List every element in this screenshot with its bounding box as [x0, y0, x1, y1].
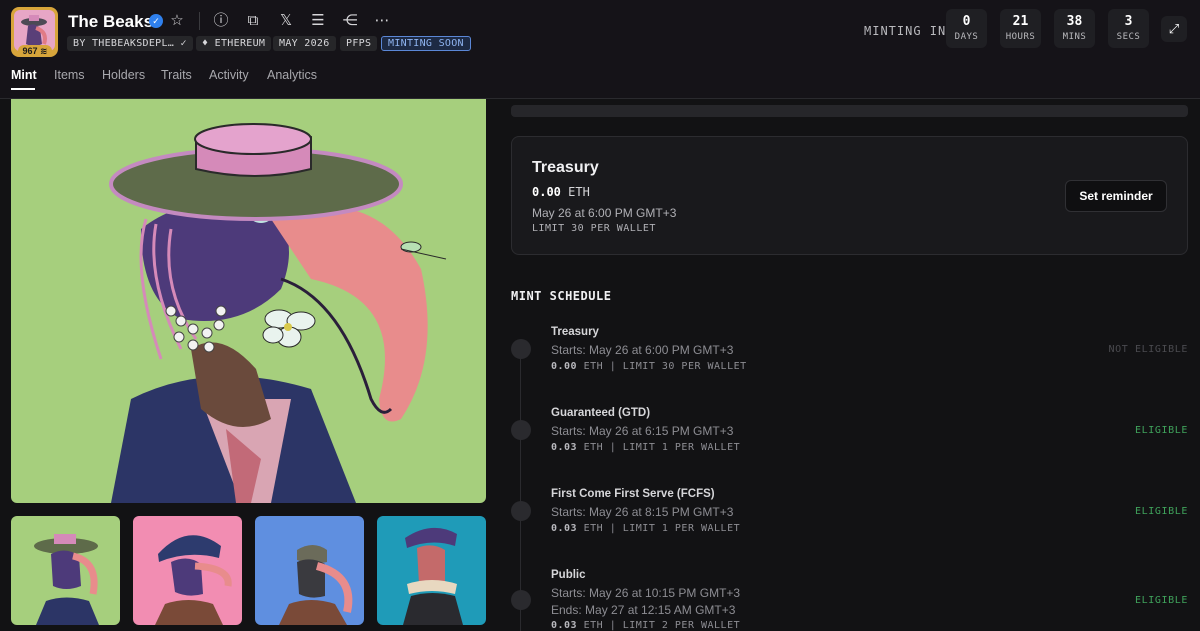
countdown-days: 0 DAYS [946, 9, 987, 48]
tab-traits[interactable]: Traits [161, 68, 192, 82]
tab-items[interactable]: Items [54, 68, 85, 82]
stage-price: 0.00 ETH [532, 185, 590, 199]
phase-dot [511, 420, 531, 440]
share-icon[interactable]: ⋲ [340, 11, 360, 31]
thumbnail-1[interactable] [11, 516, 120, 625]
creator-tag[interactable]: BY THEBEAKSDEPL… ✓ [67, 36, 193, 51]
tab-holders[interactable]: Holders [102, 68, 145, 82]
phase-starts: Starts: May 26 at 6:00 PM GMT+3 [551, 343, 734, 357]
mint-progress-bar [511, 105, 1188, 117]
phase-meta: 0.00 ETH | LIMIT 30 PER WALLET [551, 361, 747, 372]
x-icon[interactable]: 𝕏 [276, 11, 296, 31]
phase-name: Public [551, 569, 586, 581]
countdown-secs: 3 SECS [1108, 9, 1149, 48]
thumbnail-2[interactable] [133, 516, 242, 625]
collection-header: 967 ≋ The Beaks ✓ ☆ ⓘ ⧉ 𝕏 ☰ ⋲ ⋯ BY THEBE… [0, 0, 1200, 99]
phase-name: Treasury [551, 326, 599, 338]
phase-meta: 0.03 ETH | LIMIT 1 PER WALLET [551, 523, 741, 534]
phase-status: ELIGIBLE [1135, 595, 1188, 606]
active-tab-indicator [11, 88, 35, 90]
phase-status: ELIGIBLE [1135, 425, 1188, 436]
minting-in-label: MINTING IN [864, 24, 947, 38]
tab-activity[interactable]: Activity [209, 68, 249, 82]
phase-ends: Ends: May 27 at 12:15 AM GMT+3 [551, 603, 736, 617]
mint-schedule-title: MINT SCHEDULE [511, 289, 612, 303]
stage-date: May 26 at 6:00 PM GMT+3 [532, 206, 677, 220]
copy-icon[interactable]: ⧉ [243, 11, 263, 31]
phase-name: Guaranteed (GTD) [551, 407, 651, 419]
thumbnail-3[interactable] [255, 516, 364, 625]
phase-meta: 0.03 ETH | LIMIT 2 PER WALLET [551, 620, 741, 631]
phase-name: First Come First Serve (FCFS) [551, 488, 715, 500]
tab-mint[interactable]: Mint [11, 68, 37, 82]
featured-nft-image[interactable] [11, 99, 486, 503]
phase-status: NOT ELIGIBLE [1108, 344, 1188, 355]
info-icon[interactable]: ⓘ [211, 11, 231, 31]
divider [199, 12, 200, 30]
schedule-timeline [520, 347, 521, 631]
phase-meta: 0.03 ETH | LIMIT 1 PER WALLET [551, 442, 741, 453]
expand-icon[interactable]: ⤢ [1161, 16, 1187, 42]
more-icon[interactable]: ⋯ [372, 11, 392, 31]
collection-avatar[interactable]: 967 ≋ [11, 7, 58, 57]
date-tag: MAY 2026 [273, 36, 336, 51]
countdown-mins: 38 MINS [1054, 9, 1095, 48]
star-icon[interactable]: ☆ [167, 11, 187, 31]
status-tag: MINTING SOON [381, 36, 471, 51]
countdown-hours: 21 HOURS [1000, 9, 1041, 48]
current-stage-card: Treasury 0.00 ETH May 26 at 6:00 PM GMT+… [511, 136, 1188, 255]
stack-icon[interactable]: ☰ [308, 11, 328, 31]
holders-badge: 967 ≋ [18, 45, 52, 57]
thumbnail-4[interactable] [377, 516, 486, 625]
phase-starts: Starts: May 26 at 6:15 PM GMT+3 [551, 424, 734, 438]
phase-starts: Starts: May 26 at 10:15 PM GMT+3 [551, 586, 741, 600]
category-tag: PFPS [340, 36, 378, 51]
chain-tag: ♦ ETHEREUM [196, 36, 272, 51]
phase-dot [511, 339, 531, 359]
phase-status: ELIGIBLE [1135, 506, 1188, 517]
stage-title: Treasury [532, 159, 599, 176]
collection-name: The Beaks [68, 12, 154, 31]
phase-starts: Starts: May 26 at 8:15 PM GMT+3 [551, 505, 734, 519]
phase-dot [511, 501, 531, 521]
stage-limit: LIMIT 30 PER WALLET [532, 223, 656, 234]
phase-dot [511, 590, 531, 610]
set-reminder-button[interactable]: Set reminder [1065, 180, 1167, 212]
verified-icon: ✓ [149, 14, 163, 28]
tab-analytics[interactable]: Analytics [267, 68, 317, 82]
